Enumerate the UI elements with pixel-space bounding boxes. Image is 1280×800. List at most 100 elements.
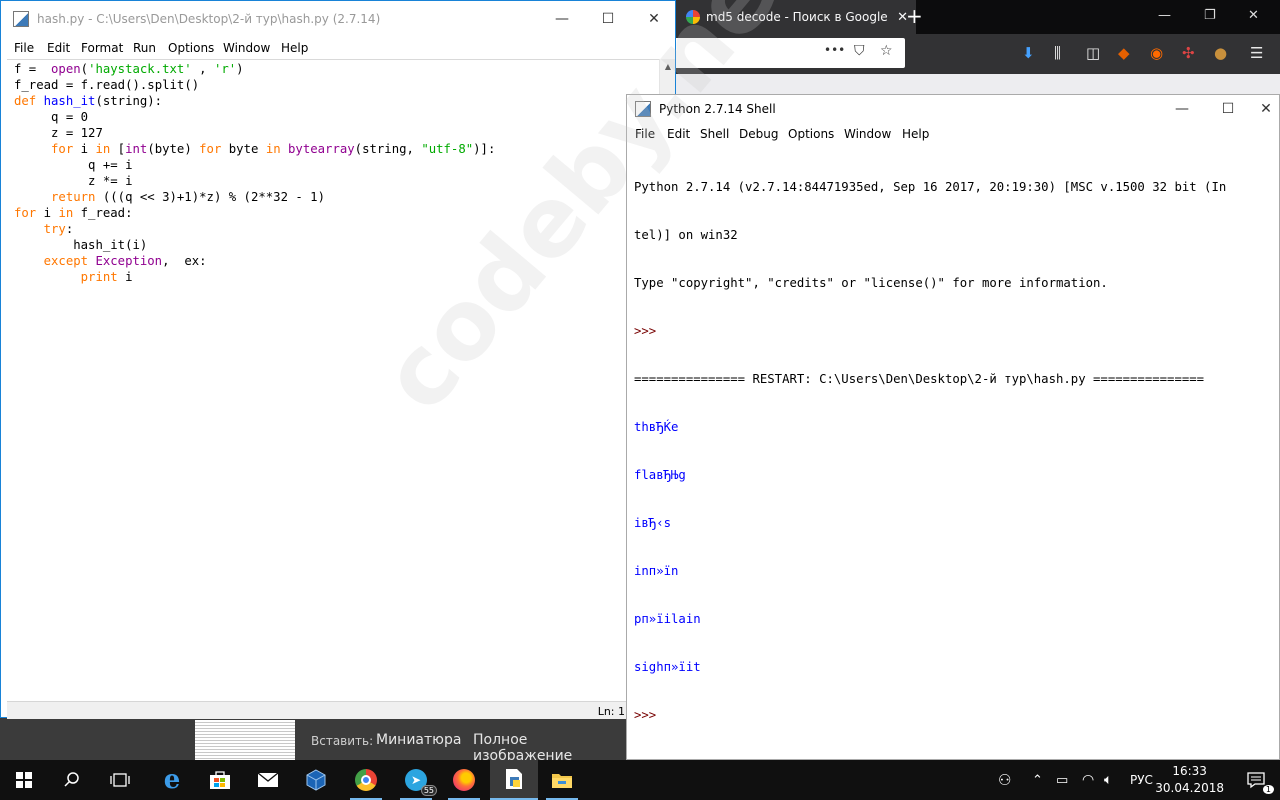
windows-logo-icon — [16, 772, 32, 788]
task-view-button[interactable] — [96, 760, 144, 800]
browser-navbar: ••• ⛉ ☆ — [620, 34, 1280, 74]
shell-menu-debug[interactable]: Debug — [739, 127, 778, 141]
virtualbox-icon — [306, 769, 326, 791]
menu-options[interactable]: Options — [168, 41, 214, 55]
menu-edit[interactable]: Edit — [47, 41, 70, 55]
store-bag-icon — [210, 771, 230, 789]
telegram-button[interactable]: ➤ 55 — [392, 760, 440, 800]
volume-icon[interactable]: 🔈︎ — [1104, 772, 1112, 788]
code-editor-area[interactable]: f = open('haystack.txt' , 'r') f_read = f… — [7, 59, 659, 701]
shell-menu-options[interactable]: Options — [788, 127, 834, 141]
code-line: q += i — [88, 158, 133, 172]
chrome-icon — [355, 769, 377, 791]
shell-output-line: inп»їn — [634, 564, 679, 578]
shell-menu-help[interactable]: Help — [902, 127, 929, 141]
extension-icon[interactable]: ◆ — [1118, 44, 1130, 62]
library-icon[interactable]: ⫼ — [1054, 44, 1061, 62]
chevron-up-icon[interactable]: ⌃ — [1032, 773, 1043, 788]
browser-minimize-button[interactable]: — — [1158, 8, 1171, 23]
code-line: z = 127 — [51, 126, 103, 140]
new-tab-button[interactable]: + — [906, 4, 923, 28]
editor-menubar: File Edit Format Run Options Window Help — [1, 37, 675, 59]
shell-output-line: iвЂ‹s — [634, 516, 672, 530]
shell-output-line: thвЂЌe — [634, 420, 679, 434]
python-icon — [635, 101, 651, 117]
editor-title: hash.py - C:\Users\Den\Desktop\2-й тур\h… — [37, 12, 381, 26]
shell-maximize-button[interactable]: ☐ — [1205, 95, 1251, 123]
search-icon — [64, 772, 79, 787]
shell-menu-window[interactable]: Window — [844, 127, 891, 141]
input-language[interactable]: РУС — [1130, 773, 1153, 787]
addon-icon[interactable]: ✣ — [1182, 44, 1195, 62]
wifi-icon[interactable]: ◠ — [1082, 772, 1094, 788]
editor-maximize-button[interactable]: ☐ — [585, 1, 631, 37]
shell-close-button[interactable]: ✕ — [1251, 95, 1280, 123]
python-shell-window: Python 2.7.14 Shell — ☐ ✕ File Edit Shel… — [626, 94, 1280, 760]
line-number-status: Ln: 1 — [597, 705, 625, 718]
editor-close-button[interactable]: ✕ — [631, 1, 677, 37]
firefox-extension-icon[interactable]: ◉ — [1150, 44, 1163, 62]
code-line: for i in f_read: — [14, 206, 133, 220]
file-explorer-button[interactable] — [538, 760, 586, 800]
code-line: try: — [43, 222, 74, 236]
menu-help[interactable]: Help — [281, 41, 308, 55]
menu-window[interactable]: Window — [223, 41, 270, 55]
shell-titlebar: Python 2.7.14 Shell — ☐ ✕ — [627, 95, 1279, 123]
scroll-up-icon[interactable]: ▲ — [660, 59, 676, 75]
google-icon — [686, 10, 700, 24]
shell-output-area[interactable]: Python 2.7.14 (v2.7.14:84471935ed, Sep 1… — [627, 147, 1279, 759]
search-button[interactable] — [48, 760, 96, 800]
firefox-icon — [453, 769, 475, 791]
mail-button[interactable] — [244, 760, 292, 800]
browser-close-button[interactable]: ✕ — [1248, 8, 1259, 23]
code-line: q = 0 — [51, 110, 89, 124]
hamburger-menu-icon[interactable]: ☰ — [1250, 44, 1263, 62]
shell-menu-file[interactable]: File — [635, 127, 655, 141]
code-line: z *= i — [88, 174, 133, 188]
clock-time: 16:33 — [1172, 764, 1207, 778]
shell-menu-shell[interactable]: Shell — [700, 127, 729, 141]
idle-editor-window: hash.py - C:\Users\Den\Desktop\2-й тур\h… — [0, 0, 677, 719]
python-idle-button[interactable] — [490, 760, 538, 800]
pocket-icon[interactable]: ⛉ — [854, 43, 865, 59]
shell-output-line: sighп»їit — [634, 660, 701, 674]
battery-icon[interactable]: ▭ — [1056, 773, 1068, 788]
menu-run[interactable]: Run — [133, 41, 156, 55]
sidebar-icon[interactable]: ◫ — [1086, 44, 1100, 62]
idle-file-icon — [13, 11, 29, 27]
downloads-icon[interactable]: ⬇ — [1022, 44, 1035, 62]
telegram-unread-badge: 55 — [420, 785, 437, 796]
shell-menu-edit[interactable]: Edit — [667, 127, 690, 141]
notification-count-badge: 1 — [1262, 785, 1274, 794]
cookie-icon[interactable]: ● — [1214, 44, 1227, 62]
menu-file[interactable]: File — [14, 41, 34, 55]
shell-minimize-button[interactable]: — — [1159, 95, 1205, 123]
code-line: for i in [int(byte) for byte in bytearra… — [51, 142, 496, 156]
chrome-button[interactable] — [342, 760, 390, 800]
action-center-button[interactable]: 1 — [1232, 760, 1280, 800]
people-icon[interactable]: ⚇ — [998, 771, 1011, 789]
editor-minimize-button[interactable]: — — [539, 1, 585, 37]
start-button[interactable] — [0, 760, 48, 800]
edge-button[interactable]: e — [148, 760, 196, 800]
virtualbox-button[interactable] — [292, 760, 340, 800]
menu-format[interactable]: Format — [81, 41, 123, 55]
page-actions-icon[interactable]: ••• — [824, 43, 845, 57]
store-button[interactable] — [196, 760, 244, 800]
firefox-button[interactable] — [440, 760, 488, 800]
code-line: f_read = f.read().split() — [14, 78, 200, 92]
code-line: except Exception, ex: — [43, 254, 207, 268]
shell-restart-line: =============== RESTART: C:\Users\Den\De… — [634, 372, 1205, 386]
shell-prompt: >>> — [634, 324, 657, 338]
editor-statusbar: Ln: 1 — [7, 701, 675, 719]
idle-file-icon — [506, 769, 522, 789]
task-view-icon — [110, 773, 130, 787]
clock[interactable]: 16:33 30.04.2018 — [1155, 763, 1224, 797]
thumbnail-option[interactable]: Миниатюра — [376, 732, 461, 748]
bookmark-star-icon[interactable]: ☆ — [880, 43, 893, 59]
browser-window: md5 decode - Поиск в Google ✕ + — ❐ ✕ ••… — [620, 0, 1280, 100]
browser-tab[interactable]: md5 decode - Поиск в Google ✕ — [676, 0, 916, 34]
browser-restore-button[interactable]: ❐ — [1204, 8, 1216, 23]
paste-label: Вставить: — [311, 734, 374, 748]
thumbnail-image[interactable] — [195, 720, 295, 760]
